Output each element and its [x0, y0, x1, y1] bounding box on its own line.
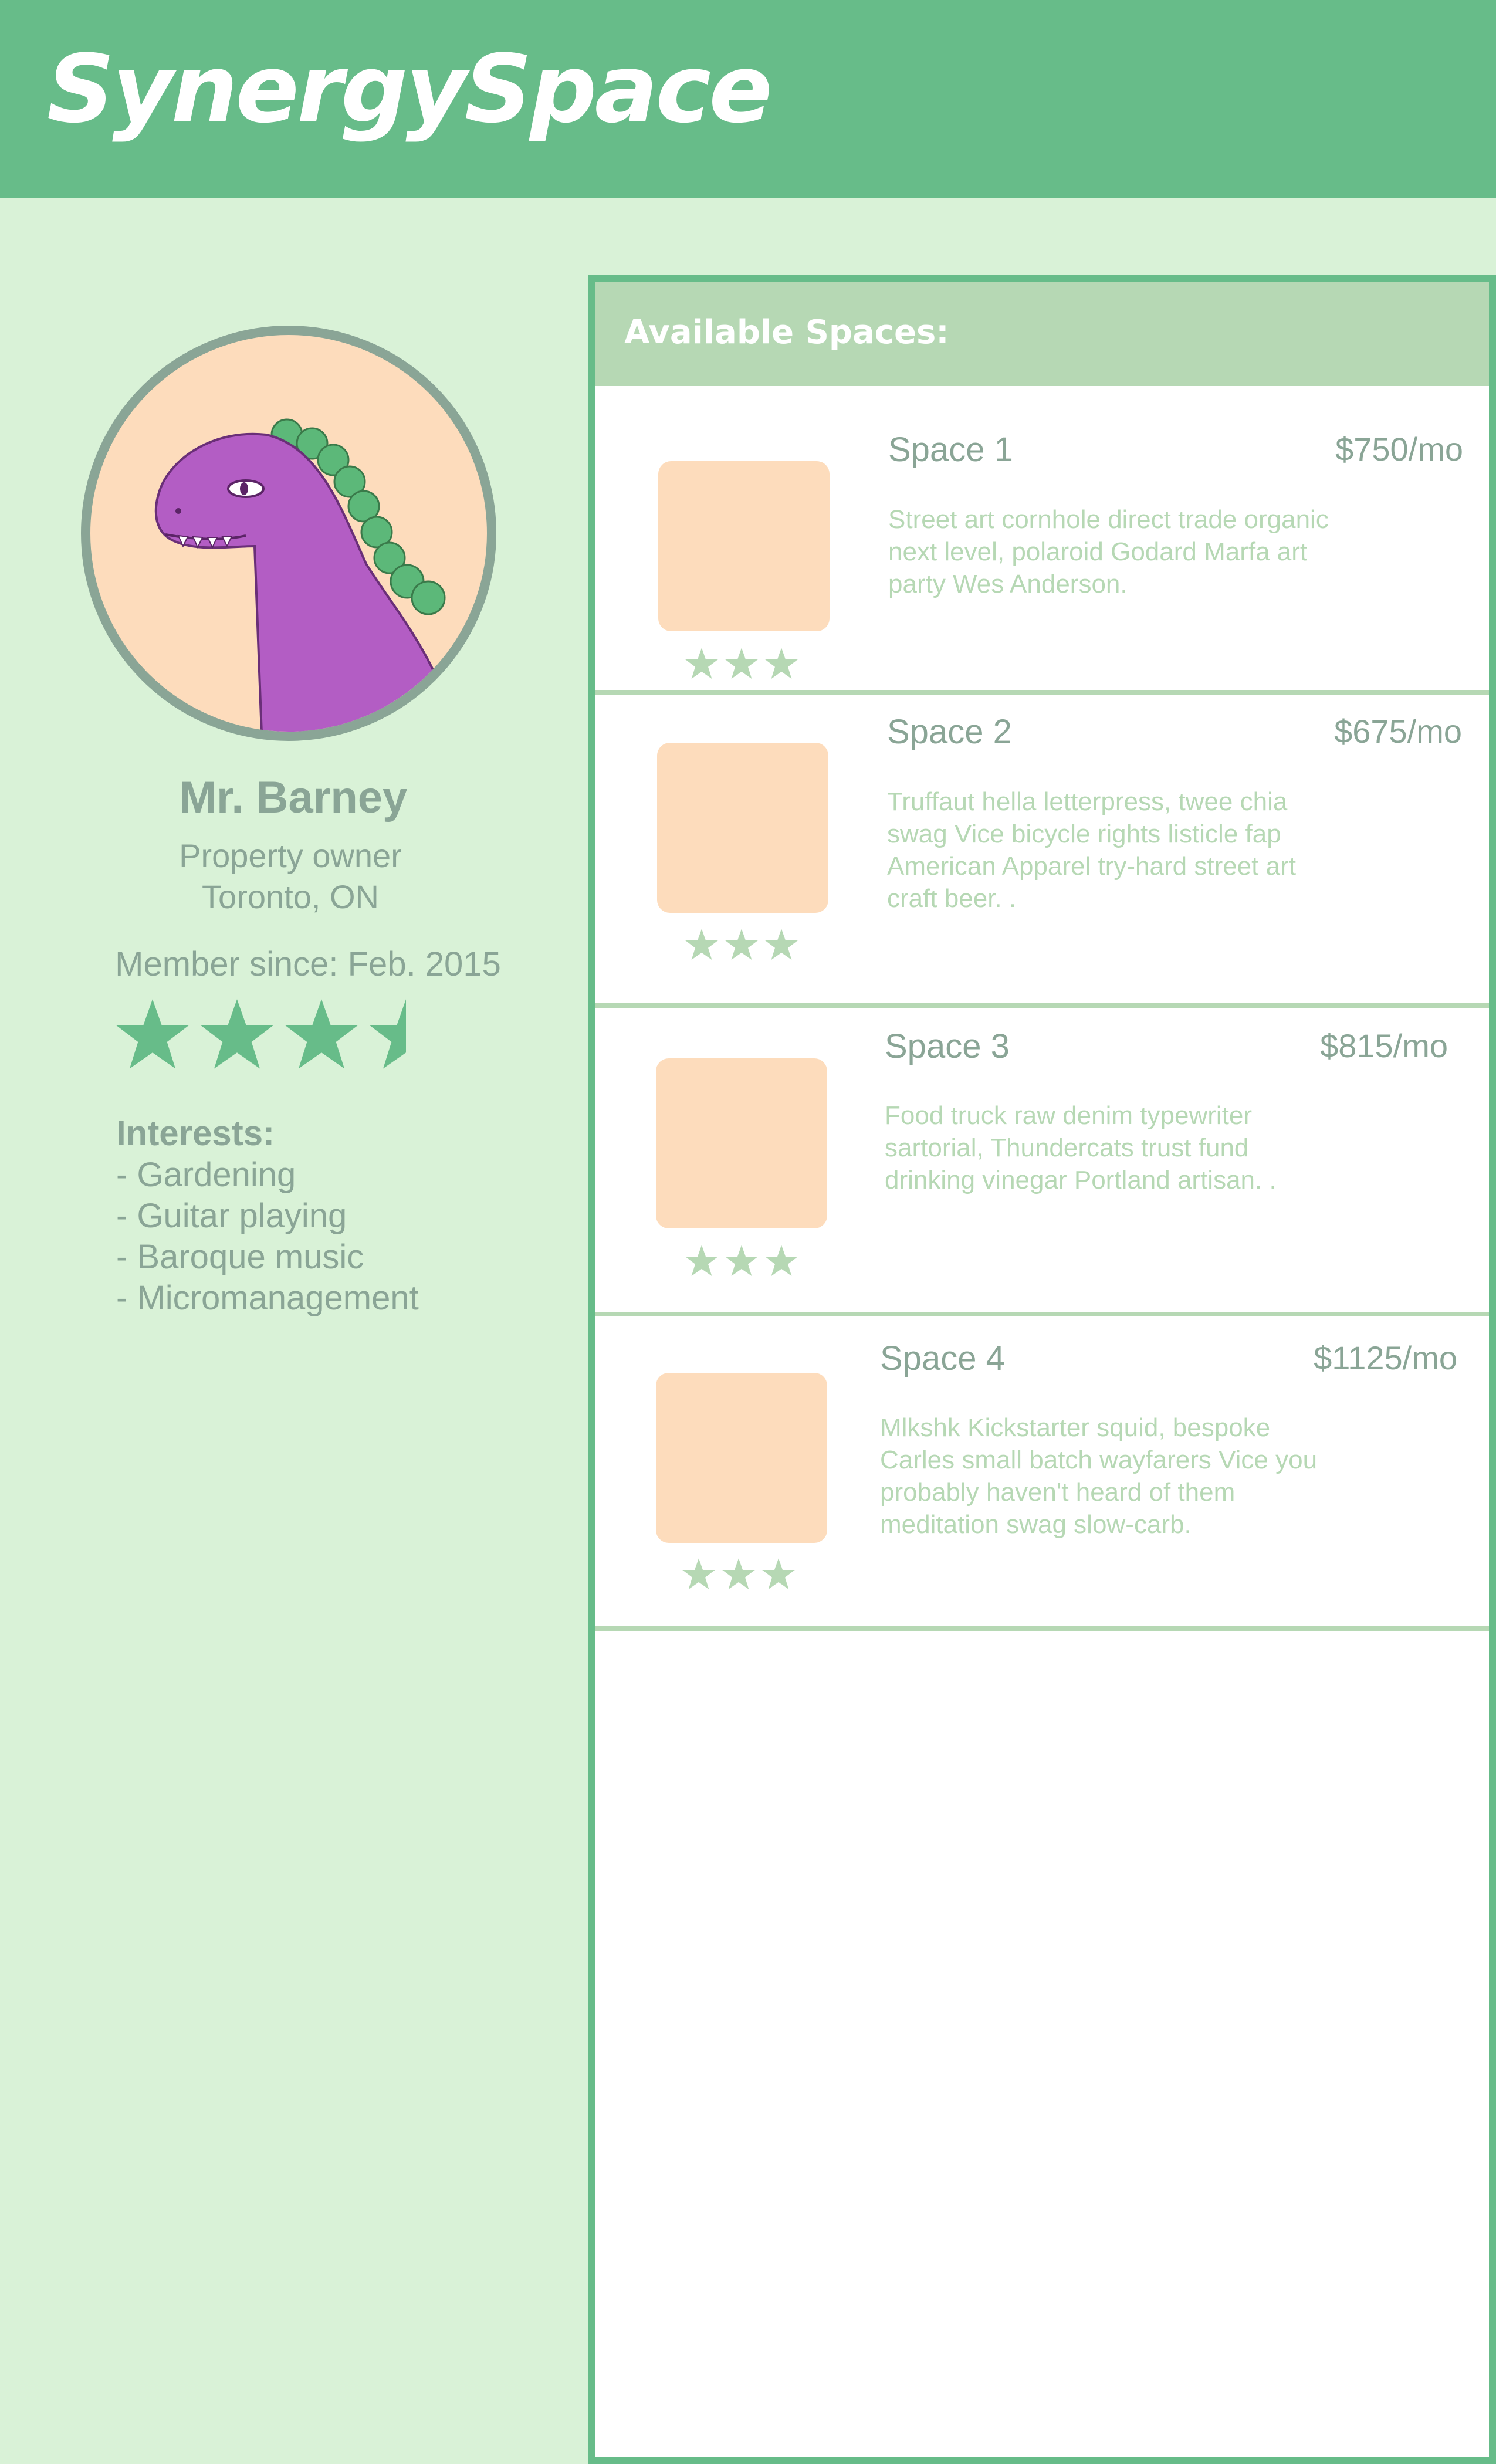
space-listing[interactable]: Space 1 $750/mo Street art cornhole dire…: [595, 386, 1489, 695]
star-icon: [725, 648, 758, 679]
profile-sidebar: Mr. Barney Property owner Toronto, ON Me…: [0, 198, 587, 2464]
space-description: Truffaut hella letterpress, twee chia sw…: [887, 787, 1296, 913]
space-rating: [685, 1244, 814, 1279]
dinosaur-avatar-icon: [154, 418, 455, 732]
space-name[interactable]: Space 2: [887, 712, 1012, 752]
space-description: Mlkshk Kickstarter squid, bespoke Carles…: [880, 1413, 1318, 1539]
half-star-icon: [369, 999, 406, 1069]
space-name[interactable]: Space 4: [880, 1339, 1005, 1378]
space-rating: [685, 647, 814, 682]
space-name[interactable]: Space 1: [888, 430, 1013, 469]
space-thumbnail[interactable]: [656, 1058, 827, 1228]
interest-item: - Micromanagement: [116, 1279, 419, 1317]
app-header: SynergySpace: [0, 0, 1496, 198]
space-price: $675/mo: [1334, 713, 1462, 750]
star-icon: [685, 929, 718, 960]
space-thumbnail[interactable]: [658, 461, 830, 631]
star-icon: [682, 1558, 715, 1590]
star-icon: [685, 1245, 718, 1277]
star-icon: [200, 999, 274, 1069]
space-name[interactable]: Space 3: [885, 1027, 1010, 1066]
brand-logo[interactable]: SynergySpace: [47, 42, 773, 136]
interests-title: Interests:: [116, 1113, 275, 1153]
panel-header: Available Spaces:: [595, 282, 1489, 386]
star-icon: [765, 1245, 798, 1277]
star-icon: [285, 999, 358, 1069]
space-thumbnail[interactable]: [657, 743, 828, 913]
star-icon: [762, 1558, 795, 1590]
space-thumbnail[interactable]: [656, 1373, 827, 1543]
avatar: [81, 326, 496, 741]
space-listing[interactable]: Space 2 $675/mo Truffaut hella letterpre…: [595, 695, 1489, 1008]
star-icon: [725, 929, 758, 960]
space-price: $815/mo: [1320, 1027, 1448, 1064]
space-price: $1125/mo: [1314, 1339, 1457, 1376]
space-listing[interactable]: Space 4 $1125/mo Mlkshk Kickstarter squi…: [595, 1316, 1489, 1631]
space-rating: [685, 928, 814, 963]
space-listing[interactable]: Space 3 $815/mo Food truck raw denim typ…: [595, 1008, 1489, 1316]
interests-section: Interests: - Gardening - Guitar playing …: [116, 1112, 419, 1319]
member-since: Member since: Feb. 2015: [115, 945, 501, 983]
star-icon: [765, 929, 798, 960]
star-icon: [725, 1245, 758, 1277]
panel-title: Available Spaces:: [624, 313, 949, 351]
interest-item: - Gardening: [116, 1156, 296, 1194]
star-icon: [765, 648, 798, 679]
owner-role: Property owner: [179, 837, 402, 874]
star-icon: [116, 999, 189, 1069]
available-spaces-panel: Available Spaces: Space 1 $750/mo Street…: [588, 275, 1496, 2464]
interest-item: - Guitar playing: [116, 1197, 347, 1235]
owner-location: Toronto, ON: [202, 878, 379, 915]
space-price: $750/mo: [1335, 431, 1463, 468]
space-description: Food truck raw denim typewriter sartoria…: [885, 1101, 1277, 1194]
space-rating: [682, 1557, 811, 1592]
owner-rating: [114, 996, 466, 1072]
star-icon: [685, 648, 718, 679]
owner-name: Mr. Barney: [179, 773, 408, 823]
interest-item: - Baroque music: [116, 1238, 364, 1276]
star-icon: [722, 1558, 755, 1590]
space-description: Street art cornhole direct trade organic…: [888, 505, 1329, 598]
